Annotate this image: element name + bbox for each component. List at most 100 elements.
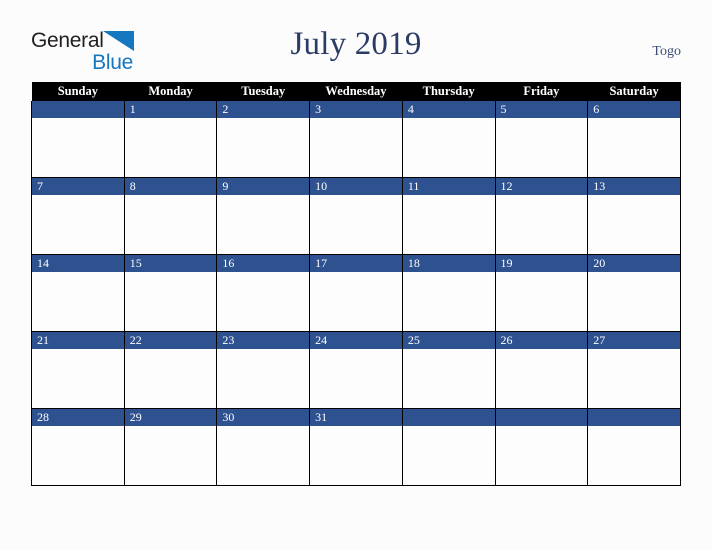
day-number: 8 [124, 178, 217, 195]
day-number: 23 [217, 332, 310, 349]
day-notes-area[interactable] [402, 195, 495, 254]
day-cell[interactable]: 20 [587, 254, 681, 332]
day-notes-area[interactable] [32, 195, 124, 254]
day-cell[interactable]: 16 [216, 254, 311, 332]
day-notes-area[interactable] [124, 195, 217, 254]
day-cell[interactable]: 29 [123, 408, 218, 486]
day-number: 7 [32, 178, 124, 195]
region-label: Togo [652, 44, 681, 59]
day-notes-area[interactable] [310, 272, 402, 331]
day-cell[interactable]: 24 [309, 331, 403, 409]
day-cell[interactable]: 23 [216, 331, 311, 409]
weekday-header-friday: Friday [495, 82, 588, 101]
day-notes-area[interactable] [310, 195, 402, 254]
week-row: 1 2 3 4 5 6 [31, 101, 681, 178]
day-cell[interactable]: 2 [216, 101, 311, 178]
day-notes-area[interactable] [402, 349, 495, 408]
day-cell[interactable]: 3 [309, 101, 403, 178]
day-notes-area[interactable] [588, 272, 680, 331]
day-notes-area[interactable] [402, 426, 495, 485]
day-notes-area[interactable] [32, 349, 124, 408]
day-cell[interactable] [587, 408, 681, 486]
day-cell[interactable]: 10 [309, 177, 403, 255]
day-cell[interactable]: 5 [494, 101, 589, 178]
day-cell[interactable] [401, 408, 496, 486]
day-cell[interactable]: 1 [123, 101, 218, 178]
day-number: 27 [588, 332, 680, 349]
day-cell[interactable] [494, 408, 589, 486]
day-notes-area[interactable] [32, 118, 124, 177]
day-notes-area[interactable] [310, 349, 402, 408]
day-cell[interactable]: 19 [494, 254, 589, 332]
day-cell[interactable]: 14 [31, 254, 125, 332]
page-title: July 2019 [290, 26, 422, 62]
day-number: 13 [588, 178, 680, 195]
day-notes-area[interactable] [588, 426, 680, 485]
day-notes-area[interactable] [402, 272, 495, 331]
day-cell[interactable]: 18 [401, 254, 496, 332]
day-cell[interactable]: 12 [494, 177, 589, 255]
weekday-header-wednesday: Wednesday [309, 82, 403, 101]
day-number [495, 409, 588, 426]
day-cell[interactable]: 25 [401, 331, 496, 409]
day-notes-area[interactable] [588, 118, 680, 177]
day-notes-area[interactable] [217, 272, 310, 331]
day-notes-area[interactable] [217, 349, 310, 408]
day-notes-area[interactable] [124, 272, 217, 331]
day-notes-area[interactable] [217, 195, 310, 254]
day-cell[interactable]: 7 [31, 177, 125, 255]
day-notes-area[interactable] [217, 426, 310, 485]
day-number: 4 [402, 101, 495, 118]
day-notes-area[interactable] [124, 426, 217, 485]
day-cell[interactable]: 4 [401, 101, 496, 178]
day-cell[interactable]: 11 [401, 177, 496, 255]
day-notes-area[interactable] [124, 349, 217, 408]
weekday-header-thursday: Thursday [402, 82, 496, 101]
day-number: 18 [402, 255, 495, 272]
day-number: 11 [402, 178, 495, 195]
day-cell[interactable]: 8 [123, 177, 218, 255]
day-number: 2 [217, 101, 310, 118]
day-number: 26 [495, 332, 588, 349]
day-number: 15 [124, 255, 217, 272]
day-cell[interactable]: 15 [123, 254, 218, 332]
day-cell[interactable]: 22 [123, 331, 218, 409]
day-number: 20 [588, 255, 680, 272]
week-row: 21 22 23 24 25 26 27 [31, 331, 681, 409]
day-notes-area[interactable] [495, 426, 588, 485]
day-notes-area[interactable] [495, 349, 588, 408]
day-cell[interactable]: 21 [31, 331, 125, 409]
weekday-header-row: Sunday Monday Tuesday Wednesday Thursday… [31, 82, 681, 101]
weekday-header-saturday: Saturday [587, 82, 681, 101]
day-cell[interactable]: 31 [309, 408, 403, 486]
day-cell[interactable]: 28 [31, 408, 125, 486]
day-notes-area[interactable] [495, 118, 588, 177]
day-cell[interactable]: 26 [494, 331, 589, 409]
day-number: 9 [217, 178, 310, 195]
day-number: 3 [310, 101, 402, 118]
day-cell[interactable]: 30 [216, 408, 311, 486]
day-cell[interactable]: 13 [587, 177, 681, 255]
day-number: 21 [32, 332, 124, 349]
day-notes-area[interactable] [124, 118, 217, 177]
day-notes-area[interactable] [310, 426, 402, 485]
day-number: 25 [402, 332, 495, 349]
day-notes-area[interactable] [310, 118, 402, 177]
day-notes-area[interactable] [32, 426, 124, 485]
day-cell[interactable]: 9 [216, 177, 311, 255]
day-notes-area[interactable] [495, 195, 588, 254]
day-cell[interactable] [31, 101, 125, 178]
day-notes-area[interactable] [588, 195, 680, 254]
day-cell[interactable]: 6 [587, 101, 681, 178]
day-number: 19 [495, 255, 588, 272]
day-cell[interactable]: 17 [309, 254, 403, 332]
day-notes-area[interactable] [402, 118, 495, 177]
day-number: 14 [32, 255, 124, 272]
day-notes-area[interactable] [32, 272, 124, 331]
day-notes-area[interactable] [588, 349, 680, 408]
day-cell[interactable]: 27 [587, 331, 681, 409]
day-notes-area[interactable] [495, 272, 588, 331]
month-calendar-table: Sunday Monday Tuesday Wednesday Thursday… [31, 82, 681, 486]
calendar-page: General Blue July 2019 Togo Sunday Monda… [0, 0, 712, 550]
day-notes-area[interactable] [217, 118, 310, 177]
